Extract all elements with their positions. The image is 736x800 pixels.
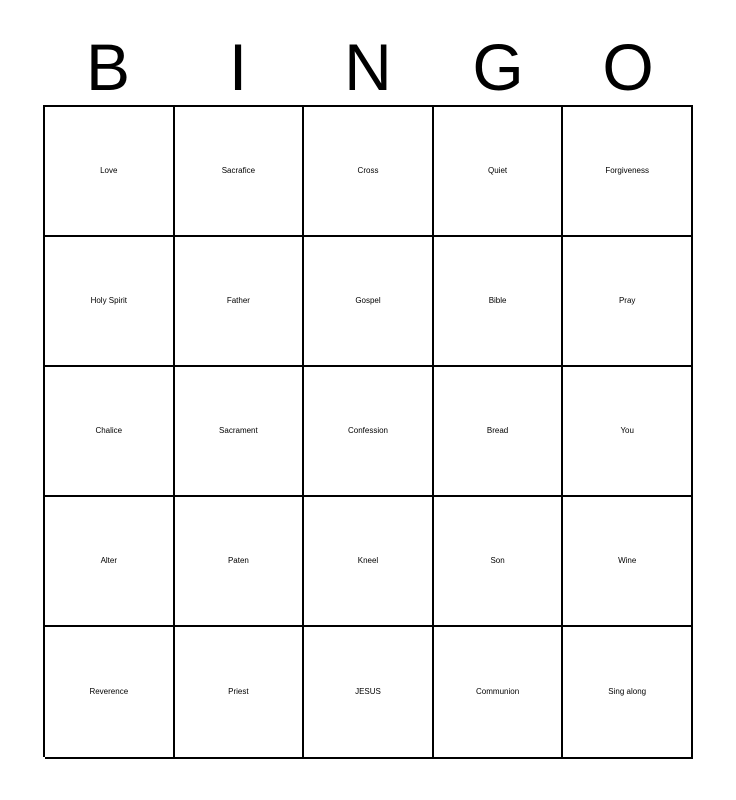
bingo-header-row: BINGO	[43, 28, 693, 105]
bingo-cell[interactable]: Paten	[174, 497, 305, 627]
bingo-cell-label: Alter	[100, 556, 118, 565]
bingo-cell[interactable]: Son	[433, 497, 564, 627]
bingo-cell-label: JESUS	[355, 687, 381, 696]
bingo-cell-label: Sing along	[608, 686, 647, 696]
bingo-cell-label: You	[620, 426, 634, 435]
bingo-cell-label: Love	[100, 166, 118, 175]
bingo-header-letter-0: B	[85, 29, 131, 104]
bingo-cell-label: Bread	[486, 426, 509, 435]
bingo-cell-label: Wine	[618, 556, 637, 565]
bingo-cell[interactable]: Sacrament	[174, 367, 305, 497]
bingo-cell[interactable]: Sacrafice	[174, 107, 305, 237]
bingo-cell-label: Paten	[227, 556, 249, 565]
bingo-cell-label: Holy Spirit	[90, 295, 128, 305]
bingo-header-letter-3: G	[472, 29, 524, 104]
bingo-cell[interactable]: Gospel	[304, 237, 434, 367]
bingo-header-letter-2: N	[344, 29, 392, 104]
bingo-cell[interactable]: Father	[174, 237, 305, 367]
bingo-cell[interactable]: Confession	[304, 367, 434, 497]
bingo-cell[interactable]: Kneel	[304, 497, 434, 627]
bingo-cell[interactable]: Forgiveness	[563, 107, 693, 237]
bingo-card: B I N G O Love Sacrafice Cross Quiet Forgiveness…	[0, 0, 736, 800]
bingo-cell-label: Sacrafice	[221, 166, 256, 175]
bingo-cell[interactable]: JESUS	[304, 627, 434, 759]
bingo-cell[interactable]: Chalice	[45, 367, 175, 497]
bingo-cell[interactable]: Pray	[563, 237, 693, 367]
bingo-cell[interactable]: Priest	[174, 627, 305, 759]
bingo-cell-label: Confession	[347, 426, 388, 435]
bingo-cell[interactable]: Sing along	[563, 627, 693, 759]
bingo-cell-label: Bible	[488, 296, 507, 305]
bingo-header-letter-1: I	[228, 29, 248, 104]
bingo-cell-label: Son	[490, 556, 505, 565]
bingo-cell-label: Sacrament	[219, 426, 258, 435]
bingo-cell-label: Gospel	[355, 296, 381, 305]
bingo-cell-label: Reverence	[89, 687, 129, 696]
bingo-cell-label: Quiet	[488, 166, 508, 175]
bingo-cell-label: Priest	[228, 687, 249, 696]
bingo-cell[interactable]: You	[563, 367, 693, 497]
bingo-cell[interactable]: Love	[45, 107, 175, 237]
bingo-cell[interactable]: Cross	[304, 107, 434, 237]
bingo-cell[interactable]: Holy Spirit	[45, 237, 175, 367]
bingo-cell[interactable]: Bread	[433, 367, 564, 497]
bingo-cell[interactable]: Quiet	[433, 107, 564, 237]
bingo-cell-label: Father	[226, 296, 250, 305]
bingo-cell-label: Chalice	[95, 426, 123, 435]
bingo-cell-label: Kneel	[357, 556, 379, 565]
bingo-cell[interactable]: Communion	[433, 627, 564, 759]
bingo-cell[interactable]: Wine	[563, 497, 693, 627]
bingo-cell-label: Pray	[618, 296, 636, 305]
bingo-header-letter-4: O	[602, 29, 654, 104]
bingo-grid: Love Sacrafice Cross Quiet Forgiveness Holy S…	[43, 105, 693, 759]
bingo-cell-label: Communion	[476, 687, 520, 696]
bingo-cell[interactable]: Bible	[433, 237, 564, 367]
bingo-cell-label: Forgiveness	[605, 166, 649, 175]
bingo-cell-label: Cross	[357, 166, 379, 175]
bingo-cell[interactable]: Alter	[45, 497, 175, 627]
bingo-cell[interactable]: Reverence	[45, 627, 175, 759]
